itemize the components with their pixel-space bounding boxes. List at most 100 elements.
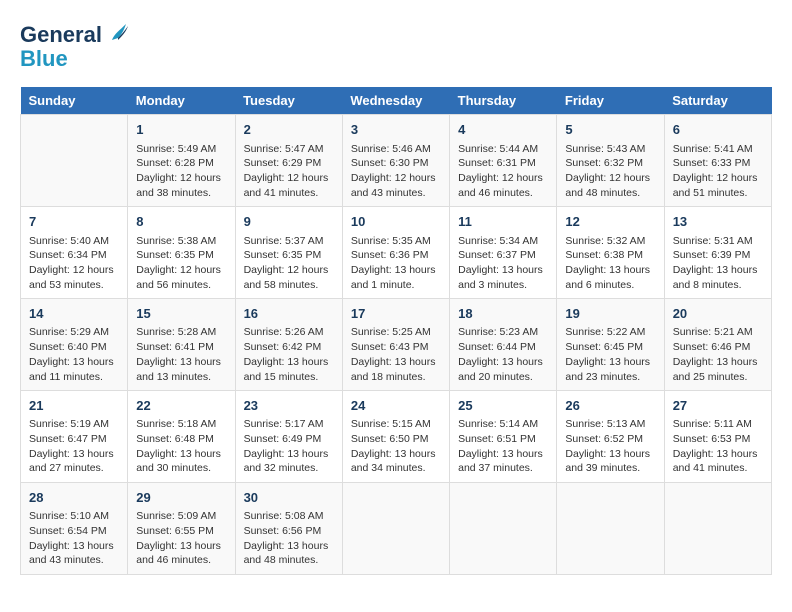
day-info: Sunrise: 5:29 AM xyxy=(29,325,119,340)
day-info: Daylight: 12 hours xyxy=(351,171,441,186)
header-cell-monday: Monday xyxy=(128,87,235,115)
day-cell: 28Sunrise: 5:10 AMSunset: 6:54 PMDayligh… xyxy=(21,483,128,575)
header-cell-saturday: Saturday xyxy=(664,87,771,115)
header-cell-friday: Friday xyxy=(557,87,664,115)
day-info: Daylight: 12 hours xyxy=(136,171,226,186)
day-number: 17 xyxy=(351,305,441,323)
day-info: Daylight: 13 hours xyxy=(244,355,334,370)
day-info: Sunset: 6:53 PM xyxy=(673,432,763,447)
day-info: Sunrise: 5:44 AM xyxy=(458,142,548,157)
day-cell: 14Sunrise: 5:29 AMSunset: 6:40 PMDayligh… xyxy=(21,299,128,391)
day-info: Daylight: 13 hours xyxy=(244,539,334,554)
day-info: Sunset: 6:40 PM xyxy=(29,340,119,355)
day-number: 6 xyxy=(673,121,763,139)
day-cell: 3Sunrise: 5:46 AMSunset: 6:30 PMDaylight… xyxy=(342,115,449,207)
day-info: Sunrise: 5:40 AM xyxy=(29,234,119,249)
day-info: Sunset: 6:56 PM xyxy=(244,524,334,539)
day-info: Sunrise: 5:46 AM xyxy=(351,142,441,157)
day-info: Sunset: 6:28 PM xyxy=(136,156,226,171)
day-number: 23 xyxy=(244,397,334,415)
calendar-header: SundayMondayTuesdayWednesdayThursdayFrid… xyxy=(21,87,772,115)
day-info: Sunrise: 5:41 AM xyxy=(673,142,763,157)
day-cell: 10Sunrise: 5:35 AMSunset: 6:36 PMDayligh… xyxy=(342,207,449,299)
day-cell xyxy=(450,483,557,575)
day-number: 11 xyxy=(458,213,548,231)
day-info: Daylight: 13 hours xyxy=(458,447,548,462)
day-info: Sunrise: 5:10 AM xyxy=(29,509,119,524)
day-info: and 41 minutes. xyxy=(673,461,763,476)
day-info: and 43 minutes. xyxy=(351,186,441,201)
day-info: Daylight: 13 hours xyxy=(565,447,655,462)
day-cell: 18Sunrise: 5:23 AMSunset: 6:44 PMDayligh… xyxy=(450,299,557,391)
day-info: and 23 minutes. xyxy=(565,370,655,385)
day-number: 29 xyxy=(136,489,226,507)
day-info: Daylight: 13 hours xyxy=(458,263,548,278)
day-info: Sunset: 6:51 PM xyxy=(458,432,548,447)
day-info: Sunrise: 5:08 AM xyxy=(244,509,334,524)
day-info: and 39 minutes. xyxy=(565,461,655,476)
day-info: and 20 minutes. xyxy=(458,370,548,385)
day-cell: 5Sunrise: 5:43 AMSunset: 6:32 PMDaylight… xyxy=(557,115,664,207)
day-info: and 41 minutes. xyxy=(244,186,334,201)
day-number: 3 xyxy=(351,121,441,139)
day-info: Daylight: 13 hours xyxy=(29,539,119,554)
day-info: Sunset: 6:52 PM xyxy=(565,432,655,447)
day-info: Sunrise: 5:47 AM xyxy=(244,142,334,157)
day-info: and 58 minutes. xyxy=(244,278,334,293)
day-info: Sunrise: 5:35 AM xyxy=(351,234,441,249)
day-number: 16 xyxy=(244,305,334,323)
day-info: and 6 minutes. xyxy=(565,278,655,293)
day-info: and 11 minutes. xyxy=(29,370,119,385)
day-info: Sunset: 6:45 PM xyxy=(565,340,655,355)
day-info: Sunset: 6:48 PM xyxy=(136,432,226,447)
day-info: and 53 minutes. xyxy=(29,278,119,293)
day-info: Sunrise: 5:19 AM xyxy=(29,417,119,432)
day-info: Sunrise: 5:11 AM xyxy=(673,417,763,432)
day-cell: 1 Sunrise: 5:49 AMSunset: 6:28 PMDaylight… xyxy=(128,115,235,207)
day-info: Daylight: 13 hours xyxy=(673,355,763,370)
day-info: Daylight: 12 hours xyxy=(565,171,655,186)
day-number: 7 xyxy=(29,213,119,231)
day-info: Daylight: 13 hours xyxy=(351,355,441,370)
day-info: and 51 minutes. xyxy=(673,186,763,201)
day-number: 15 xyxy=(136,305,226,323)
day-number: 4 xyxy=(458,121,548,139)
day-info: Daylight: 13 hours xyxy=(136,447,226,462)
day-info: Sunrise: 5:49 AM xyxy=(136,142,226,157)
day-info: Daylight: 13 hours xyxy=(673,447,763,462)
day-cell: 22Sunrise: 5:18 AMSunset: 6:48 PMDayligh… xyxy=(128,391,235,483)
day-cell: 15Sunrise: 5:28 AMSunset: 6:41 PMDayligh… xyxy=(128,299,235,391)
day-info: Sunset: 6:32 PM xyxy=(565,156,655,171)
day-info: Sunrise: 5:14 AM xyxy=(458,417,548,432)
day-number: 26 xyxy=(565,397,655,415)
day-info: Sunrise: 5:09 AM xyxy=(136,509,226,524)
day-number: 18 xyxy=(458,305,548,323)
day-number: 1 xyxy=(136,121,226,139)
day-cell: 20Sunrise: 5:21 AMSunset: 6:46 PMDayligh… xyxy=(664,299,771,391)
day-info: and 37 minutes. xyxy=(458,461,548,476)
day-info: and 3 minutes. xyxy=(458,278,548,293)
day-info: and 30 minutes. xyxy=(136,461,226,476)
day-number: 5 xyxy=(565,121,655,139)
day-info: Sunrise: 5:25 AM xyxy=(351,325,441,340)
day-info: Sunrise: 5:23 AM xyxy=(458,325,548,340)
day-cell: 13Sunrise: 5:31 AMSunset: 6:39 PMDayligh… xyxy=(664,207,771,299)
day-info: Sunrise: 5:38 AM xyxy=(136,234,226,249)
week-row-1: 1Sunrise: 5:49 AMSunset: 6:28 PMDaylight… xyxy=(21,115,772,207)
week-row-5: 28Sunrise: 5:10 AMSunset: 6:54 PMDayligh… xyxy=(21,483,772,575)
day-number: 12 xyxy=(565,213,655,231)
day-cell: 17Sunrise: 5:25 AMSunset: 6:43 PMDayligh… xyxy=(342,299,449,391)
day-cell: 29Sunrise: 5:09 AMSunset: 6:55 PMDayligh… xyxy=(128,483,235,575)
day-info: Daylight: 12 hours xyxy=(673,171,763,186)
day-cell: 8Sunrise: 5:38 AMSunset: 6:35 PMDaylight… xyxy=(128,207,235,299)
day-info: Sunset: 6:34 PM xyxy=(29,248,119,263)
day-info: Sunset: 6:46 PM xyxy=(673,340,763,355)
day-cell xyxy=(342,483,449,575)
header-row: SundayMondayTuesdayWednesdayThursdayFrid… xyxy=(21,87,772,115)
day-info: Sunset: 6:42 PM xyxy=(244,340,334,355)
day-info: Sunset: 6:41 PM xyxy=(136,340,226,355)
header-cell-wednesday: Wednesday xyxy=(342,87,449,115)
day-info: and 25 minutes. xyxy=(673,370,763,385)
day-number: 22 xyxy=(136,397,226,415)
day-number: 8 xyxy=(136,213,226,231)
